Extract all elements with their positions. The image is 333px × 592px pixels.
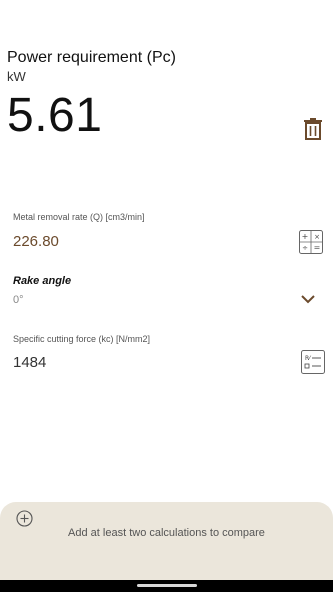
chevron-down-icon[interactable] <box>300 293 316 305</box>
formula-icon[interactable]: R⁄ <box>301 350 325 374</box>
svg-text:×: × <box>314 233 320 241</box>
svg-text:+: + <box>302 232 309 241</box>
svg-text:R⁄: R⁄ <box>305 355 312 362</box>
specific-force-label: Specific cutting force (kc) [N/mm2] <box>13 334 151 344</box>
calculator-icon[interactable]: + × ÷ = <box>299 230 323 254</box>
system-nav-bar <box>0 580 333 592</box>
compare-panel: Add at least two calculations to compare <box>0 502 333 580</box>
result-title: Power requirement (Pc) <box>7 49 176 66</box>
rake-angle-label: Rake angle <box>13 275 72 287</box>
metal-removal-value[interactable]: 226.80 <box>13 233 59 250</box>
trash-icon[interactable] <box>303 117 323 141</box>
add-icon[interactable] <box>16 510 33 527</box>
svg-text:=: = <box>314 243 321 252</box>
compare-hint-text: Add at least two calculations to compare <box>68 527 265 539</box>
metal-removal-label: Metal removal rate (Q) [cm3/min] <box>13 212 145 222</box>
result-unit: kW <box>7 69 26 84</box>
svg-text:÷: ÷ <box>302 244 308 252</box>
result-value: 5.61 <box>7 89 103 142</box>
specific-force-value[interactable]: 1484 <box>13 354 46 371</box>
home-indicator[interactable] <box>137 584 197 587</box>
rake-angle-value[interactable]: 0° <box>13 294 24 306</box>
